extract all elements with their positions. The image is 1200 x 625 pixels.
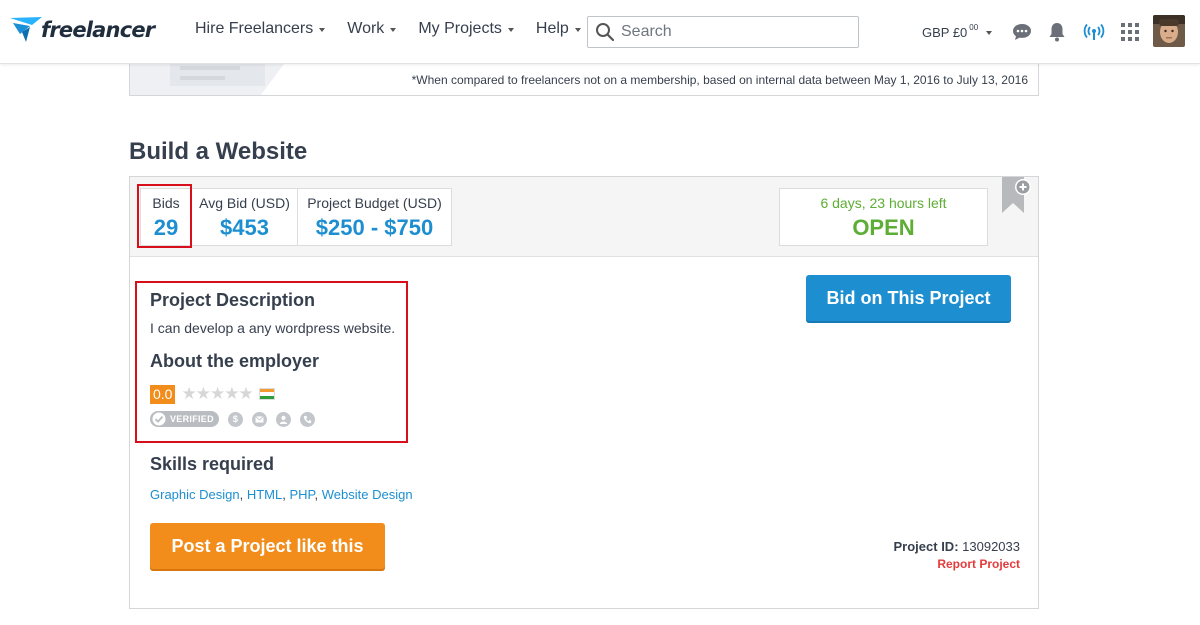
nav-work[interactable]: Work: [347, 20, 397, 38]
rating-badge: 0.0: [150, 384, 176, 404]
account-balance-dropdown[interactable]: GBP £0 00: [922, 23, 993, 40]
employer-verifications: VERIFIED $: [150, 411, 315, 427]
nav-link-label: My Projects: [418, 20, 502, 37]
nav-link-label: Help: [535, 20, 569, 37]
verified-label: VERIFIED: [170, 414, 214, 424]
stat-project-budget: Project Budget (USD) $250 - $750: [297, 189, 451, 245]
verified-badge: VERIFIED: [150, 411, 219, 427]
nav-hire-freelancers[interactable]: Hire Freelancers: [195, 20, 326, 38]
nav-my-projects[interactable]: My Projects: [418, 20, 514, 38]
person-icon: [279, 415, 288, 424]
notifications-bell-icon[interactable]: [1046, 21, 1068, 43]
project-id-label: Project ID:: [893, 539, 959, 554]
search-box[interactable]: [587, 16, 859, 48]
about-employer-heading: About the employer: [150, 351, 320, 371]
profile-verified-icon: [275, 411, 291, 427]
search-input[interactable]: [621, 23, 851, 41]
freelancer-logo[interactable]: freelancer: [10, 13, 155, 47]
nav-help[interactable]: Help: [536, 20, 581, 38]
india-flag-icon: [258, 388, 275, 400]
caret-down-icon: [574, 27, 581, 32]
project-card: Bids 29 Avg Bid (USD) $453 Project Budge…: [129, 176, 1039, 609]
nav-link-label: Hire Freelancers: [195, 20, 314, 37]
live-feed-icon[interactable]: [1083, 21, 1105, 43]
membership-disclaimer: *When compared to freelancers not on a m…: [411, 73, 1028, 87]
stat-value: $453: [220, 215, 269, 240]
skill-link-php[interactable]: PHP: [289, 487, 314, 502]
highlight-box-bids: [137, 184, 192, 248]
bid-on-project-button[interactable]: Bid on This Project: [806, 275, 1011, 321]
stat-avg-bid: Avg Bid (USD) $453: [191, 189, 297, 245]
caret-down-icon: [507, 27, 514, 32]
messages-icon[interactable]: [1011, 21, 1033, 43]
stat-label: Project Budget (USD): [307, 195, 442, 211]
check-mark-icon: [152, 412, 166, 426]
skill-link-graphic-design[interactable]: Graphic Design: [150, 487, 240, 502]
phone-icon: [303, 415, 312, 423]
stat-label: Avg Bid (USD): [199, 195, 290, 211]
time-left-box: 6 days, 23 hours left OPEN: [779, 188, 988, 246]
project-id-line: Project ID: 13092033: [894, 539, 1020, 554]
payment-verified-icon: $: [227, 411, 243, 427]
nav-link-label: Work: [347, 20, 385, 37]
employer-rating: 0.0 ★★★★★: [150, 384, 275, 404]
skill-link-website-design[interactable]: Website Design: [322, 487, 413, 502]
apps-grid-icon[interactable]: [1119, 21, 1141, 43]
time-left-text: 6 days, 23 hours left: [820, 195, 947, 211]
top-navigation-bar: freelancer Hire Freelancers Work My Proj…: [0, 0, 1200, 64]
envelope-icon: [255, 415, 264, 423]
stat-value: $250 - $750: [315, 215, 434, 240]
skill-link-html[interactable]: HTML: [247, 487, 282, 502]
project-id-value: 13092033: [962, 539, 1020, 554]
project-description-text: I can develop a any wordpress website.: [150, 320, 396, 336]
balance-cents: 00: [969, 23, 979, 32]
user-avatar[interactable]: [1153, 15, 1185, 47]
caret-down-icon: [319, 27, 326, 32]
search-icon: [596, 23, 615, 42]
avatar-photo-icon: [1153, 15, 1185, 47]
report-project-link[interactable]: Report Project: [937, 557, 1020, 571]
caret-down-icon: [986, 31, 993, 35]
star-rating-icon: ★★★★★: [181, 384, 253, 404]
logo-text: freelancer: [41, 18, 155, 42]
project-status: OPEN: [852, 215, 915, 240]
freelancer-bird-icon: [10, 17, 42, 42]
main-nav-links: Hire Freelancers Work My Projects Help: [195, 20, 603, 38]
project-description-heading: Project Description: [150, 290, 316, 310]
bookmark-add-icon[interactable]: [998, 173, 1032, 215]
project-title: Build a Website: [129, 138, 308, 165]
caret-down-icon: [390, 27, 397, 32]
skills-list: Graphic Design, HTML, PHP, Website Desig…: [150, 487, 413, 502]
email-verified-icon: [251, 411, 267, 427]
phone-verified-icon: [299, 411, 315, 427]
project-stats-header: Bids 29 Avg Bid (USD) $453 Project Budge…: [130, 177, 1038, 257]
skills-required-heading: Skills required: [150, 454, 275, 474]
post-similar-project-button[interactable]: Post a Project like this: [150, 523, 385, 569]
balance-amount: GBP £0: [922, 25, 968, 40]
